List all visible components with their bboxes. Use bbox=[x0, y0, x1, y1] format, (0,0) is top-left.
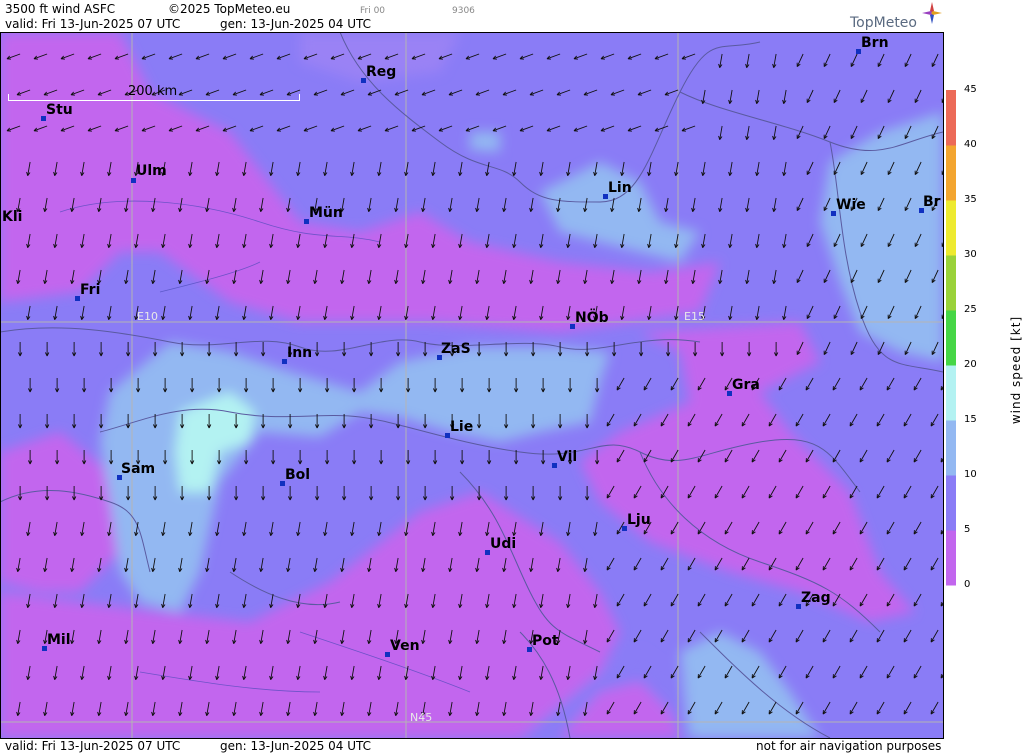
scale-label: 200 km bbox=[128, 84, 178, 99]
footer-valid-time: valid: Fri 13-Jun-2025 07 UTC bbox=[5, 739, 181, 753]
legend-tick-label: 20 bbox=[964, 359, 977, 370]
topmeteo-logo: TopMeteo bbox=[850, 2, 942, 32]
city-label-mil: Mil bbox=[47, 632, 71, 648]
legend-tick-label: 15 bbox=[964, 414, 977, 425]
legend-tick-label: 35 bbox=[964, 194, 977, 205]
legend-color-step bbox=[946, 310, 956, 366]
legend-color-step bbox=[946, 475, 956, 531]
city-label-udi: Udi bbox=[490, 536, 517, 552]
city-label-inn: Inn bbox=[287, 345, 313, 361]
city-label-vil: Vil bbox=[557, 449, 578, 465]
map-title: 3500 ft wind ASFC bbox=[5, 2, 116, 16]
city-label-stu: Stu bbox=[46, 102, 73, 118]
disclaimer: not for air navigation purposes bbox=[756, 739, 942, 753]
city-label-lju: Lju bbox=[627, 512, 651, 528]
city-label-kli: Kli bbox=[2, 209, 23, 225]
legend-color-step bbox=[946, 145, 956, 201]
grid-label-e10: E10 bbox=[137, 310, 158, 323]
city-label-sam: Sam bbox=[121, 461, 156, 477]
legend-color-step bbox=[946, 365, 956, 421]
city-label-fri: Fri bbox=[80, 282, 101, 298]
footer-generated-time: gen: 13-Jun-2025 04 UTC bbox=[220, 739, 372, 753]
city-label-brn: Brn bbox=[861, 35, 889, 51]
legend-tick-label: 10 bbox=[964, 469, 977, 480]
city-label-lin: Lin bbox=[608, 180, 632, 196]
compass-icon bbox=[922, 2, 942, 24]
legend-color-step bbox=[946, 200, 956, 256]
logo-text: TopMeteo bbox=[850, 15, 917, 31]
wind-map[interactable]: 200 km E10 E15 N45 Stu Reg Brn Ulm Lin K… bbox=[0, 32, 943, 738]
legend-tick-label: 25 bbox=[964, 304, 977, 315]
copyright: ©2025 TopMeteo.eu bbox=[168, 2, 291, 16]
scale-bar: 200 km bbox=[8, 84, 300, 102]
city-label-wie: Wie bbox=[836, 197, 866, 213]
city-label-zag: Zag bbox=[801, 590, 831, 606]
run-label: Fri 00 bbox=[360, 6, 386, 16]
legend-tick-label: 45 bbox=[964, 84, 977, 95]
valid-time: valid: Fri 13-Jun-2025 07 UTC bbox=[5, 17, 181, 31]
city-label-ulm: Ulm bbox=[136, 163, 167, 179]
city-label-br: Br bbox=[923, 194, 941, 210]
legend-color-step bbox=[946, 420, 956, 476]
city-label-ven: Ven bbox=[390, 638, 420, 654]
legend-tick-label: 5 bbox=[964, 524, 971, 535]
legend-tick-label: 30 bbox=[964, 249, 977, 260]
legend-axis-label: wind speed [kt] bbox=[1009, 315, 1023, 425]
city-label-nob: NÖb bbox=[575, 310, 609, 326]
city-label-mun: Mün bbox=[309, 205, 343, 221]
legend-color-step bbox=[946, 530, 956, 586]
grid-label-n45: N45 bbox=[410, 711, 433, 724]
city-label-gra: Gra bbox=[732, 377, 760, 393]
legend-color-step bbox=[946, 255, 956, 311]
city-label-pot: Pot bbox=[532, 633, 559, 649]
city-label-zas: ZaS bbox=[441, 341, 471, 357]
legend-tick-label: 0 bbox=[964, 579, 971, 590]
generated-time: gen: 13-Jun-2025 04 UTC bbox=[220, 17, 372, 31]
legend-tick-label: 40 bbox=[964, 139, 977, 150]
city-label-reg: Reg bbox=[366, 64, 397, 80]
map-code: 9306 bbox=[452, 6, 475, 16]
city-label-bol: Bol bbox=[285, 467, 311, 483]
legend-color-step bbox=[946, 90, 956, 146]
grid-label-e15: E15 bbox=[684, 310, 705, 323]
city-label-lie: Lie bbox=[450, 419, 474, 435]
